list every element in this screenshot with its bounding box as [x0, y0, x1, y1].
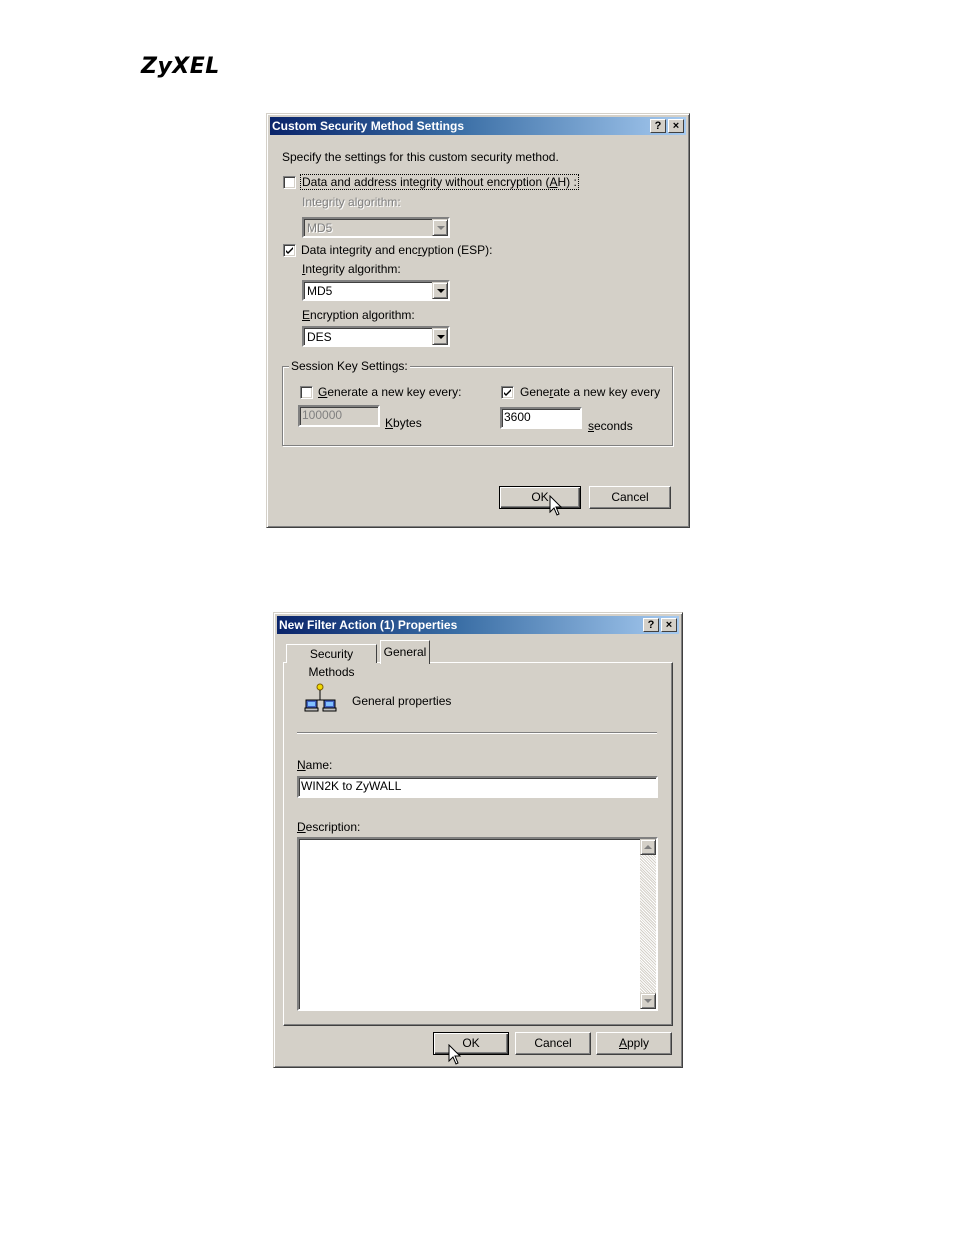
separator: [297, 732, 657, 734]
description-scrollbar[interactable]: [640, 839, 656, 1009]
session-key-legend: Session Key Settings:: [289, 359, 410, 373]
custom-security-method-dialog: Custom Security Method Settings ? × Spec…: [266, 113, 690, 528]
instruction-text: Specify the settings for this custom sec…: [282, 150, 559, 164]
seconds-checkbox-label[interactable]: Generate a new key every: [520, 385, 660, 399]
seconds-checkbox[interactable]: [501, 386, 514, 399]
seconds-unit-label: seconds: [588, 419, 633, 433]
chevron-down-icon[interactable]: [432, 328, 448, 345]
ah-checkbox[interactable]: [283, 176, 296, 189]
description-textarea[interactable]: [297, 837, 658, 1011]
cancel-button[interactable]: Cancel: [589, 486, 671, 509]
close-icon[interactable]: ×: [668, 119, 684, 133]
tab-general[interactable]: General: [380, 640, 430, 664]
network-computers-icon: [304, 683, 337, 712]
description-label: Description:: [297, 820, 361, 834]
mouse-cursor-icon: [448, 1044, 462, 1065]
ah-checkbox-label[interactable]: Data and address integrity without encry…: [300, 174, 579, 190]
chevron-down-icon[interactable]: [432, 282, 448, 299]
filter-action-properties-dialog: New Filter Action (1) Properties ? × Sec…: [273, 612, 683, 1068]
esp-checkbox-label[interactable]: Data integrity and encryption (ESP):: [301, 243, 492, 257]
scroll-up-icon[interactable]: [640, 839, 656, 855]
kbytes-checkbox-label[interactable]: Generate a new key every:: [318, 385, 461, 399]
esp-encryption-select[interactable]: DES: [302, 326, 450, 347]
tab-security-methods[interactable]: Security Methods: [286, 644, 377, 679]
zyxel-logo: ZyXEL: [141, 54, 220, 79]
cancel-button[interactable]: Cancel: [515, 1032, 591, 1055]
mouse-cursor-icon: [549, 495, 563, 516]
dialog-title-bar[interactable]: New Filter Action (1) Properties ? ×: [277, 616, 679, 634]
kbytes-unit-label: Kbytes: [385, 416, 422, 430]
esp-encryption-label: Encryption algorithm:: [302, 308, 415, 322]
ok-button[interactable]: OK: [433, 1032, 509, 1055]
general-properties-heading: General properties: [352, 694, 452, 708]
apply-button[interactable]: Apply: [596, 1032, 672, 1055]
esp-integrity-label: Integrity algorithm:: [302, 262, 401, 276]
name-label: Name:: [297, 758, 333, 772]
help-icon[interactable]: ?: [643, 618, 659, 632]
esp-integrity-select[interactable]: MD5: [302, 280, 450, 301]
ah-integrity-select[interactable]: MD5: [302, 217, 450, 238]
help-icon[interactable]: ?: [650, 119, 666, 133]
scroll-down-icon[interactable]: [640, 993, 656, 1009]
ok-button[interactable]: OK: [499, 486, 581, 509]
kbytes-checkbox[interactable]: [300, 386, 313, 399]
checkmark-icon: [286, 247, 293, 254]
dialog-title-bar[interactable]: Custom Security Method Settings ? ×: [270, 117, 686, 135]
esp-checkbox[interactable]: [283, 244, 296, 257]
checkmark-icon: [504, 389, 511, 396]
seconds-input[interactable]: 3600: [500, 407, 582, 429]
kbytes-input[interactable]: 100000: [298, 405, 380, 427]
close-icon[interactable]: ×: [661, 618, 677, 632]
ah-integrity-label: Integrity algorithm:: [302, 195, 401, 209]
dialog-title: New Filter Action (1) Properties: [279, 618, 458, 632]
chevron-down-icon[interactable]: [432, 219, 448, 236]
dialog-title: Custom Security Method Settings: [272, 119, 465, 133]
name-input[interactable]: WIN2K to ZyWALL: [297, 776, 658, 798]
